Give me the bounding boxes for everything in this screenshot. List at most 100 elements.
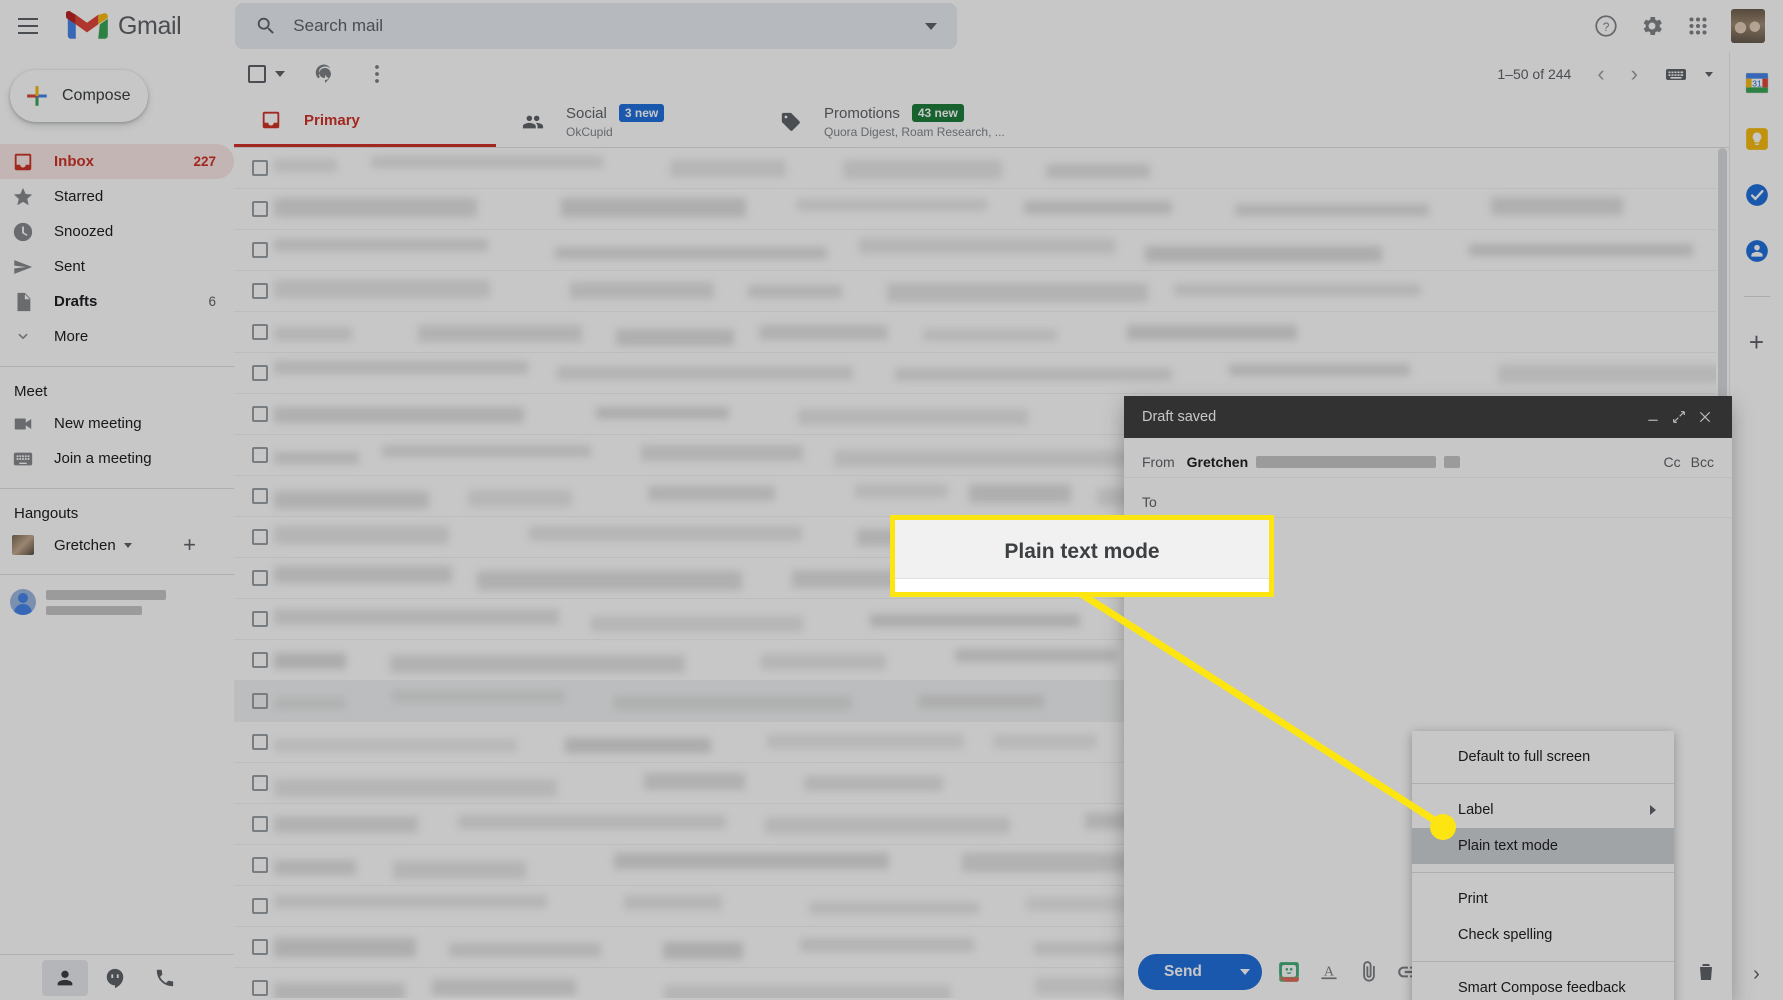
select-options-chevron-down-icon[interactable]	[275, 71, 285, 77]
avatar[interactable]	[1731, 9, 1765, 43]
menu-item-print[interactable]: Print	[1412, 881, 1674, 917]
search-options-chevron-down-icon[interactable]	[925, 22, 938, 30]
redacted-mail-content	[644, 773, 745, 790]
redacted-mail-content	[1145, 246, 1382, 262]
hangouts-user-row[interactable]: Gretchen +	[0, 528, 234, 562]
cc-button[interactable]: Cc	[1664, 454, 1681, 470]
row-select-checkbox[interactable]	[252, 980, 268, 996]
attach-file-icon[interactable]	[1356, 959, 1382, 985]
row-select-checkbox[interactable]	[252, 775, 268, 791]
compose-to-field[interactable]: To	[1124, 486, 1732, 518]
table-row[interactable]	[234, 230, 1729, 271]
close-icon[interactable]	[1692, 404, 1718, 430]
expand-icon[interactable]	[1666, 404, 1692, 430]
add-app-button[interactable]: +	[1749, 329, 1764, 355]
sidebar-item-starred[interactable]: Starred	[0, 179, 234, 214]
sidebar-item-more[interactable]: More	[0, 319, 234, 354]
sidebar-item-snoozed[interactable]: Snoozed	[0, 214, 234, 249]
row-select-checkbox[interactable]	[252, 406, 268, 422]
menu-item-check-spelling[interactable]: Check spelling	[1412, 917, 1674, 953]
expand-panel-button[interactable]: ›	[1753, 963, 1760, 986]
pagination-prev-button[interactable]: ‹	[1597, 63, 1604, 85]
gear-icon[interactable]	[1639, 13, 1665, 39]
row-select-checkbox[interactable]	[252, 201, 268, 217]
sidebar-item-new-meeting[interactable]: New meeting	[0, 406, 234, 441]
row-select-checkbox[interactable]	[252, 611, 268, 627]
hangouts-icon[interactable]	[92, 960, 138, 996]
calendar-icon[interactable]: 31	[1744, 70, 1770, 96]
row-select-checkbox[interactable]	[252, 529, 268, 545]
redacted-from-extra	[1444, 455, 1461, 468]
row-select-checkbox[interactable]	[252, 652, 268, 668]
apps-grid-icon[interactable]	[1685, 13, 1711, 39]
table-row[interactable]	[234, 353, 1729, 394]
contacts-icon[interactable]	[1744, 238, 1770, 264]
row-select-checkbox[interactable]	[252, 816, 268, 832]
row-select-checkbox[interactable]	[252, 447, 268, 463]
hangouts-contact-item[interactable]	[0, 589, 234, 615]
bcc-button[interactable]: Bcc	[1691, 454, 1714, 470]
table-row[interactable]	[234, 312, 1729, 353]
menu-item-default-to-full-screen[interactable]: Default to full screen	[1412, 739, 1674, 775]
menu-item-smart-compose-feedback[interactable]: Smart Compose feedback	[1412, 970, 1674, 1000]
trash-icon[interactable]	[1694, 960, 1718, 984]
more-vertical-icon[interactable]	[365, 62, 389, 86]
tab-primary[interactable]: Primary	[234, 96, 496, 147]
row-select-checkbox[interactable]	[252, 734, 268, 750]
sidebar-item-label: More	[54, 328, 89, 345]
formatting-options-icon[interactable]: A	[1316, 959, 1342, 985]
table-row[interactable]	[234, 148, 1729, 189]
person-icon[interactable]	[42, 959, 88, 996]
video-camera-icon	[14, 418, 32, 429]
row-select-checkbox[interactable]	[252, 365, 268, 381]
sidebar-item-sent[interactable]: Sent	[0, 249, 234, 284]
tab-subtitle: Quora Digest, Roam Research, ...	[824, 125, 1005, 139]
row-select-checkbox[interactable]	[252, 283, 268, 299]
tasks-icon[interactable]	[1744, 182, 1770, 208]
table-row[interactable]	[234, 271, 1729, 312]
redacted-mail-content	[274, 816, 418, 833]
refresh-icon[interactable]	[313, 62, 337, 86]
row-select-checkbox[interactable]	[252, 570, 268, 586]
draft-icon	[17, 292, 31, 311]
redacted-mail-content	[274, 697, 346, 710]
redacted-mail-content	[1127, 325, 1297, 340]
send-options-chevron-down-icon[interactable]	[1227, 954, 1262, 990]
gmail-logo-icon	[66, 11, 108, 39]
menu-item-label[interactable]: Label	[1412, 792, 1674, 828]
row-select-checkbox[interactable]	[252, 693, 268, 709]
phone-icon[interactable]	[142, 960, 188, 996]
compose-button[interactable]: Compose	[10, 70, 148, 122]
hangouts-add-button[interactable]: +	[183, 532, 196, 558]
search-bar[interactable]	[235, 3, 958, 49]
gmail-brand[interactable]: Gmail	[66, 10, 182, 42]
send-button[interactable]: Send	[1138, 954, 1228, 990]
tab-social[interactable]: Social 3 new OkCupid	[496, 96, 754, 147]
compose-from-field[interactable]: From Gretchen Cc Bcc	[1124, 446, 1732, 478]
table-row[interactable]	[234, 189, 1729, 230]
keep-icon[interactable]	[1744, 126, 1770, 152]
menu-item-plain-text-mode[interactable]: Plain text mode	[1412, 828, 1674, 864]
keyboard-icon	[1666, 69, 1686, 80]
compose-more-options-menu: Default to full screen Label Plain text …	[1412, 731, 1674, 1000]
sidebar-item-inbox[interactable]: Inbox 227	[0, 144, 234, 179]
sidebar-item-join-meeting[interactable]: Join a meeting	[0, 441, 234, 476]
row-select-checkbox[interactable]	[252, 898, 268, 914]
row-select-checkbox[interactable]	[252, 939, 268, 955]
row-select-checkbox[interactable]	[252, 160, 268, 176]
hangouts-status-chevron-down-icon[interactable]	[123, 542, 132, 548]
row-select-checkbox[interactable]	[252, 857, 268, 873]
input-tools-button[interactable]	[1664, 62, 1713, 86]
row-select-checkbox[interactable]	[252, 324, 268, 340]
pagination-next-button[interactable]: ›	[1631, 63, 1638, 85]
minimize-icon[interactable]	[1640, 404, 1666, 430]
emoji-sticker-icon[interactable]	[1276, 959, 1302, 985]
tab-promotions[interactable]: Promotions 43 new Quora Digest, Roam Res…	[754, 96, 1054, 147]
select-all-checkbox[interactable]	[248, 65, 266, 83]
main-menu-icon[interactable]	[4, 2, 52, 50]
help-icon[interactable]: ?	[1593, 13, 1619, 39]
search-input[interactable]	[293, 16, 926, 36]
row-select-checkbox[interactable]	[252, 242, 268, 258]
row-select-checkbox[interactable]	[252, 488, 268, 504]
sidebar-item-drafts[interactable]: Drafts 6	[0, 284, 234, 319]
